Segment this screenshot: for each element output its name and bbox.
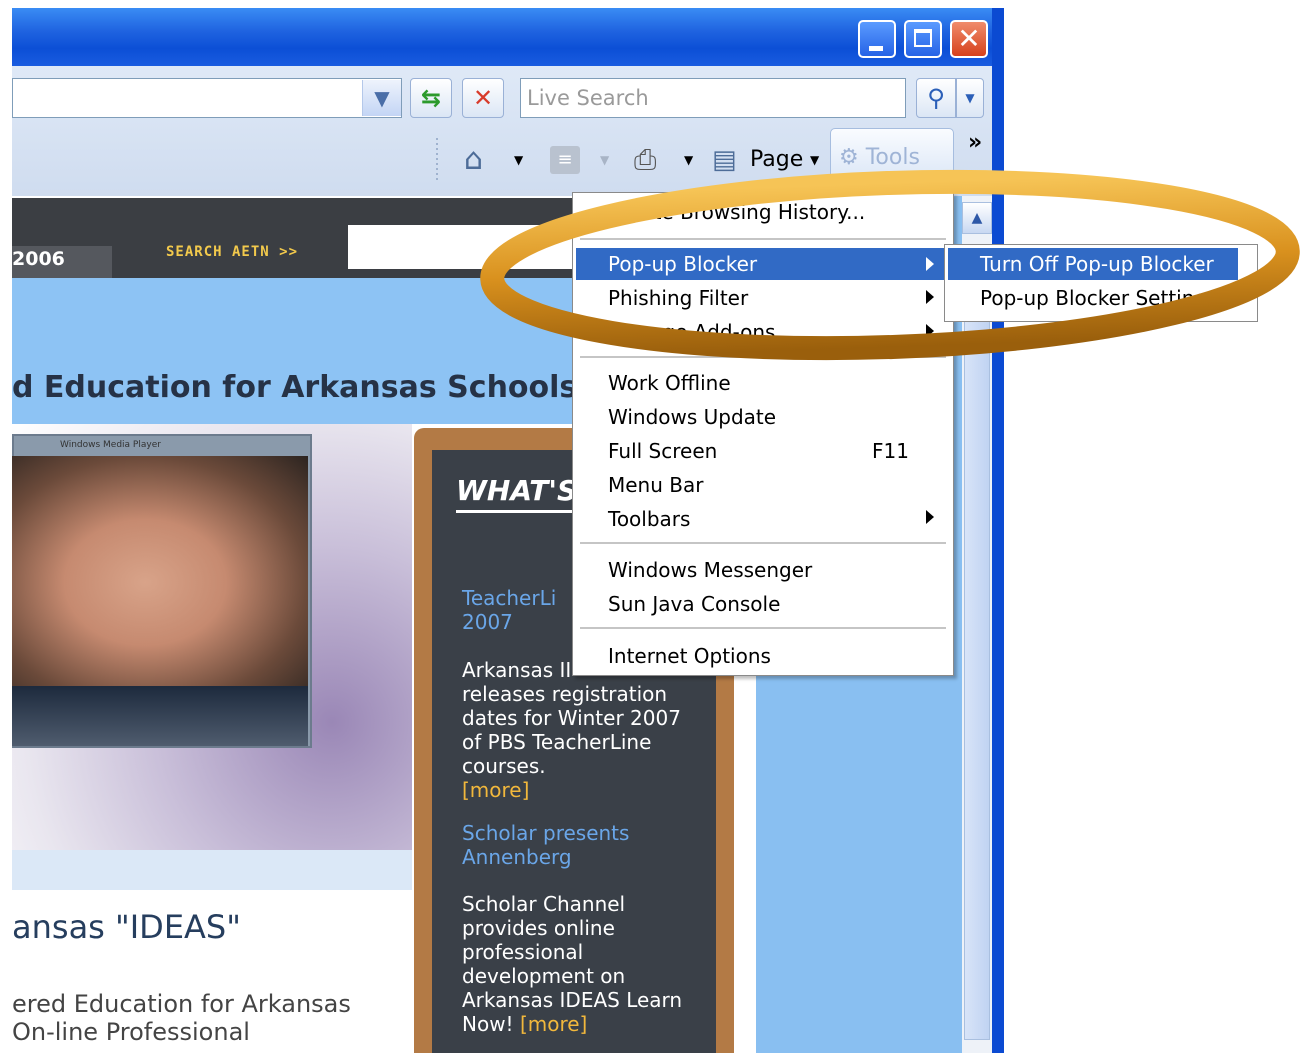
home-dropdown[interactable]: ▼ xyxy=(514,140,523,180)
address-bar[interactable] xyxy=(12,78,402,118)
news-text: professional xyxy=(462,940,584,964)
title-bar xyxy=(12,8,1004,66)
menu-separator xyxy=(580,356,946,358)
news-text: courses. xyxy=(462,754,546,778)
gear-icon: ⚙ xyxy=(839,145,866,170)
menu-item-phishing-filter[interactable]: Phishing Filter xyxy=(608,286,748,310)
submenu-item-settings[interactable]: Pop-up Blocker Settings xyxy=(980,286,1218,310)
news-text: releases registration xyxy=(462,682,668,706)
menu-separator xyxy=(580,627,946,629)
submenu-arrow-icon xyxy=(926,324,934,338)
news-link[interactable]: TeacherLi xyxy=(462,586,556,610)
menu-item-windows-messenger[interactable]: Windows Messenger xyxy=(608,558,812,582)
news-link[interactable]: 2007 xyxy=(462,610,513,634)
refresh-icon: ⇆ xyxy=(420,84,442,112)
close-icon: ✕ xyxy=(957,22,981,55)
menu-item-internet-options[interactable]: Internet Options xyxy=(608,644,771,668)
news-board-title: WHAT'S xyxy=(456,474,578,507)
close-button[interactable]: ✕ xyxy=(950,20,988,58)
print-button[interactable]: ⎙ xyxy=(634,140,656,180)
news-text: of PBS TeacherLine xyxy=(462,730,652,754)
window-border xyxy=(992,8,1004,1053)
menu-item-manage-addons[interactable]: Manage Add-ons xyxy=(608,320,775,344)
more-tools-chevron[interactable]: » xyxy=(968,130,982,155)
news-text: Arkansas II xyxy=(462,658,572,682)
chevron-up-icon: ▲ xyxy=(971,210,983,226)
stop-icon: ✕ xyxy=(472,84,494,112)
rss-icon: ≡ xyxy=(557,149,573,170)
date-label: 2006 xyxy=(12,248,65,270)
search-options-button[interactable]: ▼ xyxy=(956,78,984,118)
home-button[interactable]: ⌂ xyxy=(464,140,483,180)
menu-separator xyxy=(580,238,946,240)
news-text: Now! xyxy=(462,1012,514,1036)
submenu-arrow-icon xyxy=(926,290,934,304)
scroll-up-button[interactable]: ▲ xyxy=(962,202,992,234)
page-dropdown[interactable]: ▼ xyxy=(810,140,819,180)
image-caption-bar xyxy=(12,850,412,890)
page-headline: d Education for Arkansas Schools xyxy=(12,370,578,405)
title-underline xyxy=(456,510,576,513)
submenu-item-turn-off[interactable]: Turn Off Pop-up Blocker xyxy=(980,252,1214,276)
chevron-down-icon: ▼ xyxy=(965,91,975,105)
more-link[interactable]: [more] xyxy=(462,778,529,802)
news-text: Scholar Channel xyxy=(462,892,626,916)
menu-separator xyxy=(580,542,946,544)
shortcut-label: F11 xyxy=(872,439,909,463)
tools-label: Tools xyxy=(865,145,920,170)
menu-item-windows-update[interactable]: Windows Update xyxy=(608,405,776,429)
search-button[interactable]: ⚲ xyxy=(916,78,956,118)
page-icon: ▤ xyxy=(712,145,737,175)
search-icon: ⚲ xyxy=(927,84,945,112)
stop-button[interactable]: ✕ xyxy=(462,78,504,118)
media-player-title: Windows Media Player xyxy=(60,440,161,450)
menu-item-delete-history[interactable]: Delete Browsing History... xyxy=(608,200,865,224)
media-player-controls[interactable] xyxy=(12,686,308,746)
printer-icon: ⎙ xyxy=(634,143,657,176)
menu-item-popup-blocker[interactable]: Pop-up Blocker xyxy=(608,252,757,276)
video-frame xyxy=(12,456,308,686)
more-link[interactable]: [more] xyxy=(520,1012,587,1036)
search-aetn-label: SEARCH AETN >> xyxy=(166,244,299,260)
submenu-arrow-icon xyxy=(926,510,934,524)
section-title: ansas "IDEAS" xyxy=(12,908,241,946)
news-text-line: Now! [more] xyxy=(462,1012,587,1036)
menu-item-toolbars[interactable]: Toolbars xyxy=(608,507,690,531)
news-link[interactable]: Annenberg xyxy=(462,845,572,869)
news-text: Arkansas IDEAS Learn xyxy=(462,988,683,1012)
maximize-button[interactable] xyxy=(904,20,942,58)
section-text-line: ered Education for Arkansas xyxy=(12,990,351,1018)
news-link[interactable]: Scholar presents xyxy=(462,821,629,845)
news-text: provides online xyxy=(462,916,615,940)
scrollbar-thumb[interactable] xyxy=(964,320,990,1040)
minimize-button[interactable] xyxy=(858,20,896,58)
feeds-dropdown[interactable]: ▼ xyxy=(600,140,609,180)
search-input[interactable]: Live Search xyxy=(520,78,906,118)
site-search-input[interactable] xyxy=(348,225,572,269)
feeds-button[interactable]: ≡ xyxy=(550,146,580,174)
toolbar-grip[interactable] xyxy=(436,138,438,182)
submenu-arrow-icon xyxy=(926,257,934,271)
address-dropdown-button[interactable]: ▼ xyxy=(362,80,401,116)
menu-item-full-screen[interactable]: Full Screen xyxy=(608,439,717,463)
news-text: dates for Winter 2007 xyxy=(462,706,681,730)
page-menu-button[interactable]: Page xyxy=(750,140,803,180)
home-icon: ⌂ xyxy=(464,142,484,177)
menu-item-work-offline[interactable]: Work Offline xyxy=(608,371,731,395)
menu-item-menu-bar[interactable]: Menu Bar xyxy=(608,473,703,497)
news-text: development on xyxy=(462,964,626,988)
tools-menu-button[interactable]: ⚙ Tools xyxy=(830,128,954,190)
section-text-line: On-line Professional xyxy=(12,1018,250,1046)
refresh-button[interactable]: ⇆ xyxy=(410,78,452,118)
menu-item-sun-java-console[interactable]: Sun Java Console xyxy=(608,592,780,616)
chevron-down-icon: ▼ xyxy=(374,86,390,110)
print-dropdown[interactable]: ▼ xyxy=(684,140,693,180)
